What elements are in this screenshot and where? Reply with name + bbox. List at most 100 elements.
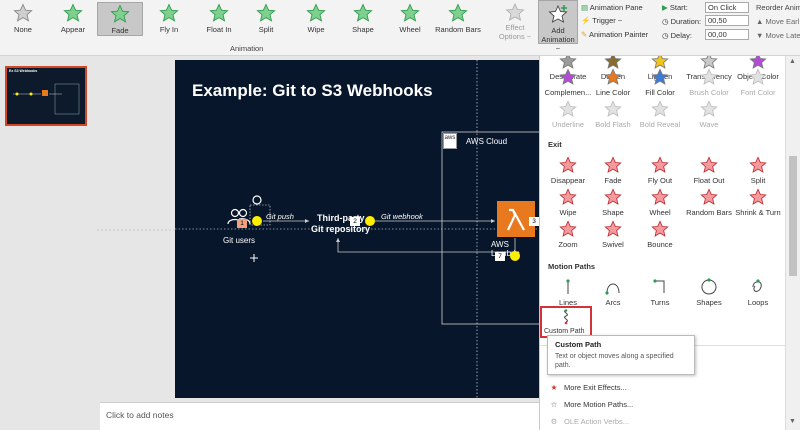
exit-item-wipe[interactable]: Wipe xyxy=(543,188,593,217)
exit-item-float-out[interactable]: Float Out xyxy=(684,156,734,185)
scroll-down-icon[interactable]: ▼ xyxy=(789,418,796,425)
effect-button-float-in[interactable]: Float In xyxy=(196,2,242,36)
exit-item-fly-out[interactable]: Fly Out xyxy=(635,156,685,185)
effect-button-split[interactable]: Split xyxy=(243,2,289,36)
effect-button-appear[interactable]: Appear xyxy=(50,2,96,36)
random-bars-star-icon xyxy=(448,3,468,22)
animation-badge-1[interactable]: 1 xyxy=(237,219,247,228)
gallery-item-label: Wheel xyxy=(649,208,671,217)
effect-button-wipe[interactable]: Wipe xyxy=(293,2,339,36)
effect-options-line2: Options ~ xyxy=(498,32,532,41)
motion-item-arcs[interactable]: Arcs xyxy=(588,278,638,307)
motion-path-turns-icon xyxy=(653,279,665,293)
duration-field[interactable]: 00,50 xyxy=(705,15,749,26)
split-star-icon xyxy=(256,3,276,22)
effect-label: Fly In xyxy=(159,25,179,34)
wheel-star-icon xyxy=(400,3,420,22)
custom-path-item[interactable]: Custom Path xyxy=(540,306,592,338)
slide-canvas[interactable]: Example: Git to S3 Webhooks aws AWS Clou… xyxy=(175,60,540,398)
move-earlier-button[interactable]: ▲ Move Earl xyxy=(756,17,799,26)
scroll-up-icon[interactable]: ▲ xyxy=(789,58,796,65)
notes-pane[interactable]: Click to add notes xyxy=(100,402,540,430)
git-repository-label: Git repository xyxy=(311,224,371,234)
add-animation-button[interactable]: Add Animation ~ xyxy=(538,0,578,53)
emph-item-fill-color[interactable]: Fill Color xyxy=(635,68,685,97)
animation-badge-2[interactable]: 2 xyxy=(350,217,360,226)
exit-item-bounce[interactable]: Bounce xyxy=(635,220,685,249)
more-motion-paths-item[interactable]: ☆ More Motion Paths... xyxy=(548,400,634,409)
exit-item-fade[interactable]: Fade xyxy=(588,156,638,185)
motion-item-turns[interactable]: Turns xyxy=(635,278,685,307)
exit-shrink-turn-icon xyxy=(749,188,767,205)
gallery-item-label: Fill Color xyxy=(645,88,675,97)
scrollbar-thumb[interactable] xyxy=(789,156,797,276)
slide-title[interactable]: Example: Git to S3 Webhooks xyxy=(192,81,433,101)
exit-item-shape[interactable]: Shape xyxy=(588,188,638,217)
thumbnail-title: Ex S3 Webhooks xyxy=(9,69,38,73)
more-exit-effects-item[interactable]: ★ More Exit Effects... xyxy=(548,383,627,392)
emph-item-line-color[interactable]: Line Color xyxy=(588,68,638,97)
exit-item-shrink-turn[interactable]: Shrink & Turn xyxy=(733,188,783,217)
effect-label: None xyxy=(14,25,32,34)
animation-painter-button[interactable]: ✎ Animation Painter xyxy=(581,30,648,39)
motion-item-loops[interactable]: Loops xyxy=(733,278,783,307)
motion-path-lines-icon xyxy=(566,279,570,294)
motion-item-lines[interactable]: Lines xyxy=(543,278,593,307)
tooltip-text: Text or object moves along a specified p… xyxy=(555,353,674,369)
effect-button-shape[interactable]: Shape xyxy=(340,2,386,36)
motion-item-shapes[interactable]: Shapes xyxy=(684,278,734,307)
effect-button-fade[interactable]: Fade xyxy=(97,2,143,36)
effect-label: Appear xyxy=(60,25,86,34)
start-dropdown[interactable]: On Click xyxy=(705,2,749,13)
gallery-item-label: Complemen... xyxy=(544,88,592,97)
exit-item-swivel[interactable]: Swivel xyxy=(588,220,638,249)
exit-item-random-bars[interactable]: Random Bars xyxy=(684,188,734,217)
exit-item-wheel[interactable]: Wheel xyxy=(635,188,685,217)
animation-pane-button[interactable]: ▤ Animation Pane xyxy=(581,3,643,12)
animations-ribbon: None Appear Fade Fly In Float In Split Wipe Sha… xyxy=(0,0,800,56)
gallery-scrollbar[interactable]: ▲ ▼ xyxy=(785,56,800,430)
exit-item-disappear[interactable]: Disappear xyxy=(543,156,593,185)
painter-icon: ✎ xyxy=(581,30,588,39)
effect-options-button[interactable]: Effect Options ~ xyxy=(495,2,535,41)
exit-item-zoom[interactable]: Zoom xyxy=(543,220,593,249)
emph-complemen-icon xyxy=(559,68,577,85)
gallery-item-label: Wipe xyxy=(559,208,577,217)
animation-badge-3[interactable]: 3 xyxy=(529,217,539,226)
emph-underline-icon xyxy=(559,100,577,117)
exit-wipe-icon xyxy=(559,188,577,205)
emph-line-color-icon xyxy=(604,68,622,85)
slide-thumbnail-1[interactable]: Ex S3 Webhooks xyxy=(5,66,87,126)
move-later-button[interactable]: ▼ Move Late xyxy=(756,31,800,40)
effect-button-fly-in[interactable]: Fly In xyxy=(146,2,192,36)
effect-button-wheel[interactable]: Wheel xyxy=(387,2,433,36)
aws-logo-icon: aws xyxy=(443,133,457,149)
delay-field[interactable]: 00,00 xyxy=(705,29,749,40)
custom-path-label: Custom Path xyxy=(544,328,585,335)
duration-icon: ◷ xyxy=(662,17,669,26)
ole-gear-icon: ⚙ xyxy=(550,417,558,426)
emph-item-complemen[interactable]: Complemen... xyxy=(543,68,593,97)
float-in-star-icon xyxy=(209,3,229,22)
gallery-item-label: Bold Reveal xyxy=(639,120,681,129)
start-value: On Click xyxy=(708,3,737,12)
trigger-button[interactable]: ⚡ Trigger ~ xyxy=(581,16,622,25)
effect-button-random-bars[interactable]: Random Bars xyxy=(435,2,481,36)
animation-group-label: Animation xyxy=(230,44,264,53)
gallery-item-label: Turns xyxy=(650,298,670,307)
animation-marker-dot-2 xyxy=(365,216,375,226)
wipe-star-icon xyxy=(306,3,326,22)
effect-options-icon xyxy=(505,3,525,21)
effect-button-none[interactable]: None xyxy=(0,2,46,36)
gallery-item-label: Fade xyxy=(604,176,622,185)
exit-shape-icon xyxy=(604,188,622,205)
effect-label: Fade xyxy=(111,26,129,35)
effect-label: Split xyxy=(258,25,274,34)
notes-placeholder: Click to add notes xyxy=(106,410,174,420)
animation-badge-7[interactable]: 7 xyxy=(495,252,505,261)
animation-marker-dot xyxy=(252,216,262,226)
effect-label: Random Bars xyxy=(435,25,481,34)
exit-item-split[interactable]: Split xyxy=(733,156,783,185)
add-animation-star-icon xyxy=(548,4,568,23)
shape-star-icon xyxy=(353,3,373,22)
